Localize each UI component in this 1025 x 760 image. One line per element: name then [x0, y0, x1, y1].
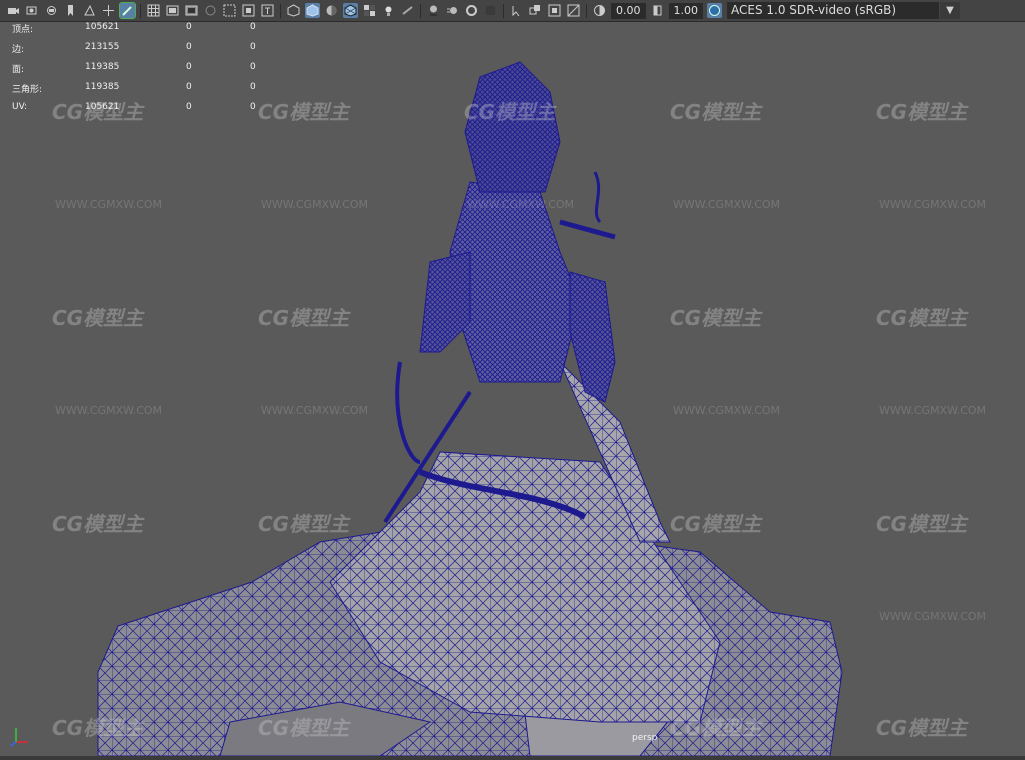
xray-joints-icon[interactable]: [547, 3, 562, 18]
camera-label: persp: [632, 733, 658, 743]
perspective-viewport[interactable]: CG模型主 CG模型主 CG模型主 CG模型主 CG模型主 WWW.CGMXW.…: [0, 22, 1025, 756]
shadows-icon[interactable]: [400, 3, 415, 18]
gate-mask-icon[interactable]: [203, 3, 218, 18]
watermark-logo: CG模型主: [52, 512, 144, 536]
depth-of-field-icon[interactable]: [483, 3, 498, 18]
toolbar-separator: [420, 3, 421, 18]
watermark-url: WWW.CGMXW.COM: [879, 404, 987, 417]
xray-icon[interactable]: [528, 3, 543, 18]
hud-selected: 0: [186, 102, 192, 112]
gamma-icon[interactable]: [650, 3, 665, 18]
camera-attributes-icon[interactable]: [25, 3, 40, 18]
hud-selected: 0: [186, 42, 192, 52]
hud-components: 0: [250, 42, 256, 52]
watermark-url: WWW.CGMXW.COM: [879, 198, 987, 211]
watermark-url: WWW.CGMXW.COM: [673, 404, 781, 417]
hud-value: 105621: [85, 22, 120, 32]
poly-count-hud: 顶点: 105621 0 0 边: 213155 0 0 面: 119385 0…: [12, 22, 272, 122]
wireframe-icon[interactable]: [286, 3, 301, 18]
safe-action-icon[interactable]: [241, 3, 256, 18]
safe-title-icon[interactable]: [260, 3, 275, 18]
watermark-logo: CG模型主: [876, 100, 968, 124]
hud-row-vertices: 顶点: 105621 0 0: [12, 22, 272, 42]
pencil-icon[interactable]: [119, 2, 136, 19]
ambient-occlusion-icon[interactable]: [426, 3, 441, 18]
hud-value: 105621: [85, 102, 120, 112]
gamma-field[interactable]: 1.00: [668, 2, 703, 19]
watermark-logo: CG模型主: [670, 306, 762, 330]
resolution-gate-icon[interactable]: [184, 3, 199, 18]
viewport-bottom-border: [0, 756, 1025, 760]
wireframe-model: [97, 61, 843, 756]
color-management-icon[interactable]: [707, 3, 722, 18]
aa-icon[interactable]: [464, 3, 479, 18]
hud-selected: 0: [186, 22, 192, 32]
color-space-dropdown[interactable]: ACES 1.0 SDR-video (sRGB): [727, 2, 939, 19]
motion-blur-icon[interactable]: [445, 3, 460, 18]
toolbar-separator: [503, 3, 504, 18]
watermark-logo: CG模型主: [258, 306, 350, 330]
isolate-icon[interactable]: [509, 3, 524, 18]
grid-icon[interactable]: [146, 3, 161, 18]
chevron-down-icon[interactable]: ▼: [940, 2, 960, 19]
watermark-logo: CG模型主: [258, 512, 350, 536]
camera-rotate-icon[interactable]: [44, 3, 59, 18]
camera-icon[interactable]: [6, 3, 21, 18]
smooth-shade-icon[interactable]: [305, 3, 320, 18]
watermark-url: WWW.CGMXW.COM: [55, 404, 163, 417]
watermark-logo: CG模型主: [52, 716, 144, 740]
exposure-field[interactable]: 0.00: [611, 2, 646, 19]
film-gate-icon[interactable]: [165, 3, 180, 18]
shade-wireframe-icon[interactable]: [343, 3, 358, 18]
watermark-logo: CG模型主: [876, 512, 968, 536]
watermark-url: WWW.CGMXW.COM: [261, 198, 369, 211]
toolbar-separator: [280, 3, 281, 18]
watermark-url: WWW.CGMXW.COM: [55, 198, 163, 211]
toolbar-separator: [140, 3, 141, 18]
watermark-logo: CG模型主: [670, 100, 762, 124]
axis-gizmo-icon: [10, 728, 28, 747]
hud-components: 0: [250, 102, 256, 112]
move-camera-icon[interactable]: [101, 3, 116, 18]
hud-value: 119385: [85, 62, 120, 72]
watermark-logo: CG模型主: [464, 100, 556, 124]
hud-label: 顶点:: [12, 25, 34, 35]
maya-viewport-window: 0.00 1.00 ACES 1.0 SDR-video (sRGB) ▼ CG…: [0, 0, 1025, 760]
watermark-logo: CG模型主: [670, 716, 762, 740]
hud-row-triangles: 三角形: 119385 0 0: [12, 82, 272, 102]
viewport-toolbar: 0.00 1.00 ACES 1.0 SDR-video (sRGB) ▼: [0, 0, 1025, 22]
lights-icon[interactable]: [381, 3, 396, 18]
hud-value: 213155: [85, 42, 120, 52]
toolbar-separator: [586, 3, 587, 18]
field-chart-icon[interactable]: [222, 3, 237, 18]
bookmark-icon[interactable]: [63, 3, 78, 18]
watermark-logo: CG模型主: [52, 306, 144, 330]
hud-components: 0: [250, 62, 256, 72]
hud-value: 119385: [85, 82, 120, 92]
hud-label: UV:: [12, 102, 28, 112]
hud-components: 0: [250, 22, 256, 32]
watermark-url: WWW.CGMXW.COM: [261, 404, 369, 417]
hud-row-faces: 面: 119385 0 0: [12, 62, 272, 82]
hud-components: 0: [250, 82, 256, 92]
image-plane-icon[interactable]: [82, 3, 97, 18]
hud-row-uvs: UV: 105621 0 0: [12, 102, 272, 122]
exposure-icon[interactable]: [592, 3, 607, 18]
xray-active-icon[interactable]: [566, 3, 581, 18]
watermark-logo: CG模型主: [258, 716, 350, 740]
watermark-url: WWW.CGMXW.COM: [879, 610, 987, 623]
watermark-logo: CG模型主: [670, 512, 762, 536]
hud-label: 面:: [12, 65, 25, 75]
default-material-icon[interactable]: [324, 3, 339, 18]
textures-icon[interactable]: [362, 3, 377, 18]
watermark-url: WWW.CGMXW.COM: [673, 198, 781, 211]
hud-row-edges: 边: 213155 0 0: [12, 42, 272, 62]
watermark-url: WWW.CGMXW.COM: [467, 198, 575, 211]
hud-label: 三角形:: [12, 85, 43, 95]
hud-selected: 0: [186, 82, 192, 92]
watermark-logo: CG模型主: [876, 716, 968, 740]
hud-label: 边:: [12, 45, 25, 55]
watermark-logo: CG模型主: [876, 306, 968, 330]
hud-selected: 0: [186, 62, 192, 72]
